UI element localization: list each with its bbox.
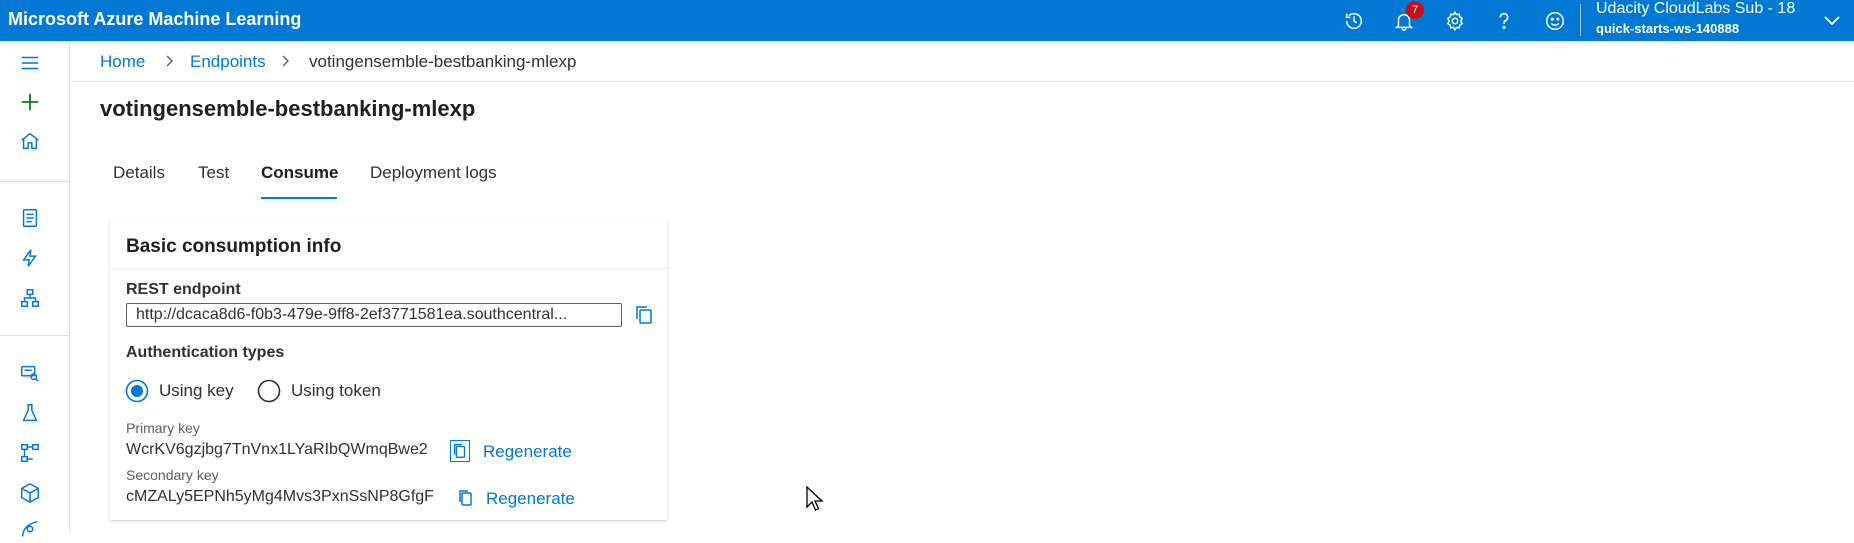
breadcrumb: Home Endpoints votingensemble-bestbankin…	[71, 41, 1854, 82]
pipelines-icon[interactable]	[16, 439, 44, 467]
active-tab-indicator	[261, 197, 337, 199]
primary-key-label: Primary key	[126, 420, 200, 436]
page-title: votingensemble-bestbanking-mlexp	[100, 96, 476, 121]
account-switcher[interactable]: Udacity CloudLabs Sub - 18 quick-starts-…	[1596, 0, 1816, 41]
history-icon[interactable]	[1339, 6, 1369, 36]
secondary-key-value: cMZALy5EPNh5yMg4Mvs3PxnSsNP8GfgF	[126, 488, 434, 505]
notification-badge: 7	[1406, 1, 1424, 19]
workspace-name: quick-starts-ws-140888	[1596, 21, 1740, 36]
card-title: Basic consumption info	[126, 236, 342, 257]
account-name: Udacity CloudLabs Sub - 18	[1596, 0, 1796, 17]
mouse-pointer-icon	[806, 485, 824, 511]
chevron-down-icon[interactable]	[1820, 8, 1844, 32]
primary-key-value: WcrKV6gzjbg7TnVnx1LYaRIbQWmqBwe2	[126, 441, 428, 458]
chevron-right-icon	[166, 55, 173, 67]
auth-types-label: Authentication types	[126, 344, 285, 361]
app-title[interactable]: Microsoft Azure Machine Learning	[8, 9, 301, 30]
radio-using-key-label[interactable]: Using key	[159, 381, 234, 401]
tab-details[interactable]: Details	[113, 163, 165, 183]
rest-endpoint-field[interactable]: http://dcaca8d6-f0b3-479e-9ff8-2ef377158…	[126, 303, 622, 327]
chevron-right-icon	[282, 55, 289, 67]
copy-primary-key-icon[interactable]	[450, 440, 470, 462]
automl-icon[interactable]	[16, 244, 44, 272]
radio-using-token-label[interactable]: Using token	[291, 381, 381, 401]
copy-secondary-key-icon[interactable]	[456, 487, 476, 509]
tab-test[interactable]: Test	[198, 163, 229, 183]
basic-consumption-card: Basic consumption info REST endpoint htt…	[110, 220, 667, 520]
home-icon[interactable]	[16, 127, 44, 155]
tab-deployment-logs[interactable]: Deployment logs	[370, 163, 497, 183]
nav-divider	[0, 335, 70, 336]
radio-using-key[interactable]	[125, 379, 149, 403]
regenerate-primary-key-link[interactable]: Regenerate	[483, 442, 572, 462]
notebook-icon[interactable]	[16, 204, 44, 232]
left-nav	[0, 41, 70, 537]
feedback-smiley-icon[interactable]	[1540, 6, 1570, 36]
card-header: Basic consumption info	[110, 220, 667, 269]
models-icon[interactable]	[16, 479, 44, 507]
help-icon[interactable]	[1489, 6, 1519, 36]
experiments-icon[interactable]	[16, 399, 44, 427]
endpoints-icon[interactable]	[16, 515, 44, 543]
radio-using-token[interactable]	[257, 379, 281, 403]
datasets-icon[interactable]	[16, 359, 44, 387]
regenerate-secondary-key-link[interactable]: Regenerate	[486, 489, 575, 509]
designer-icon[interactable]	[16, 284, 44, 312]
hamburger-menu-icon[interactable]	[16, 49, 44, 77]
rest-endpoint-label: REST endpoint	[126, 281, 241, 298]
topbar-divider	[1580, 4, 1581, 36]
tab-consume[interactable]: Consume	[261, 163, 338, 183]
breadcrumb-home-link[interactable]: Home	[100, 52, 145, 72]
breadcrumb-endpoints-link[interactable]: Endpoints	[190, 52, 266, 72]
secondary-key-label: Secondary key	[126, 467, 219, 483]
gear-icon[interactable]	[1440, 6, 1470, 36]
plus-new-icon[interactable]	[16, 88, 44, 116]
nav-divider	[0, 181, 70, 182]
copy-icon[interactable]	[634, 304, 654, 326]
bell-icon[interactable]: 7	[1389, 1, 1424, 36]
breadcrumb-current: votingensemble-bestbanking-mlexp	[309, 52, 577, 71]
top-bar: Microsoft Azure Machine Learning 7 Udaci…	[0, 0, 1854, 41]
